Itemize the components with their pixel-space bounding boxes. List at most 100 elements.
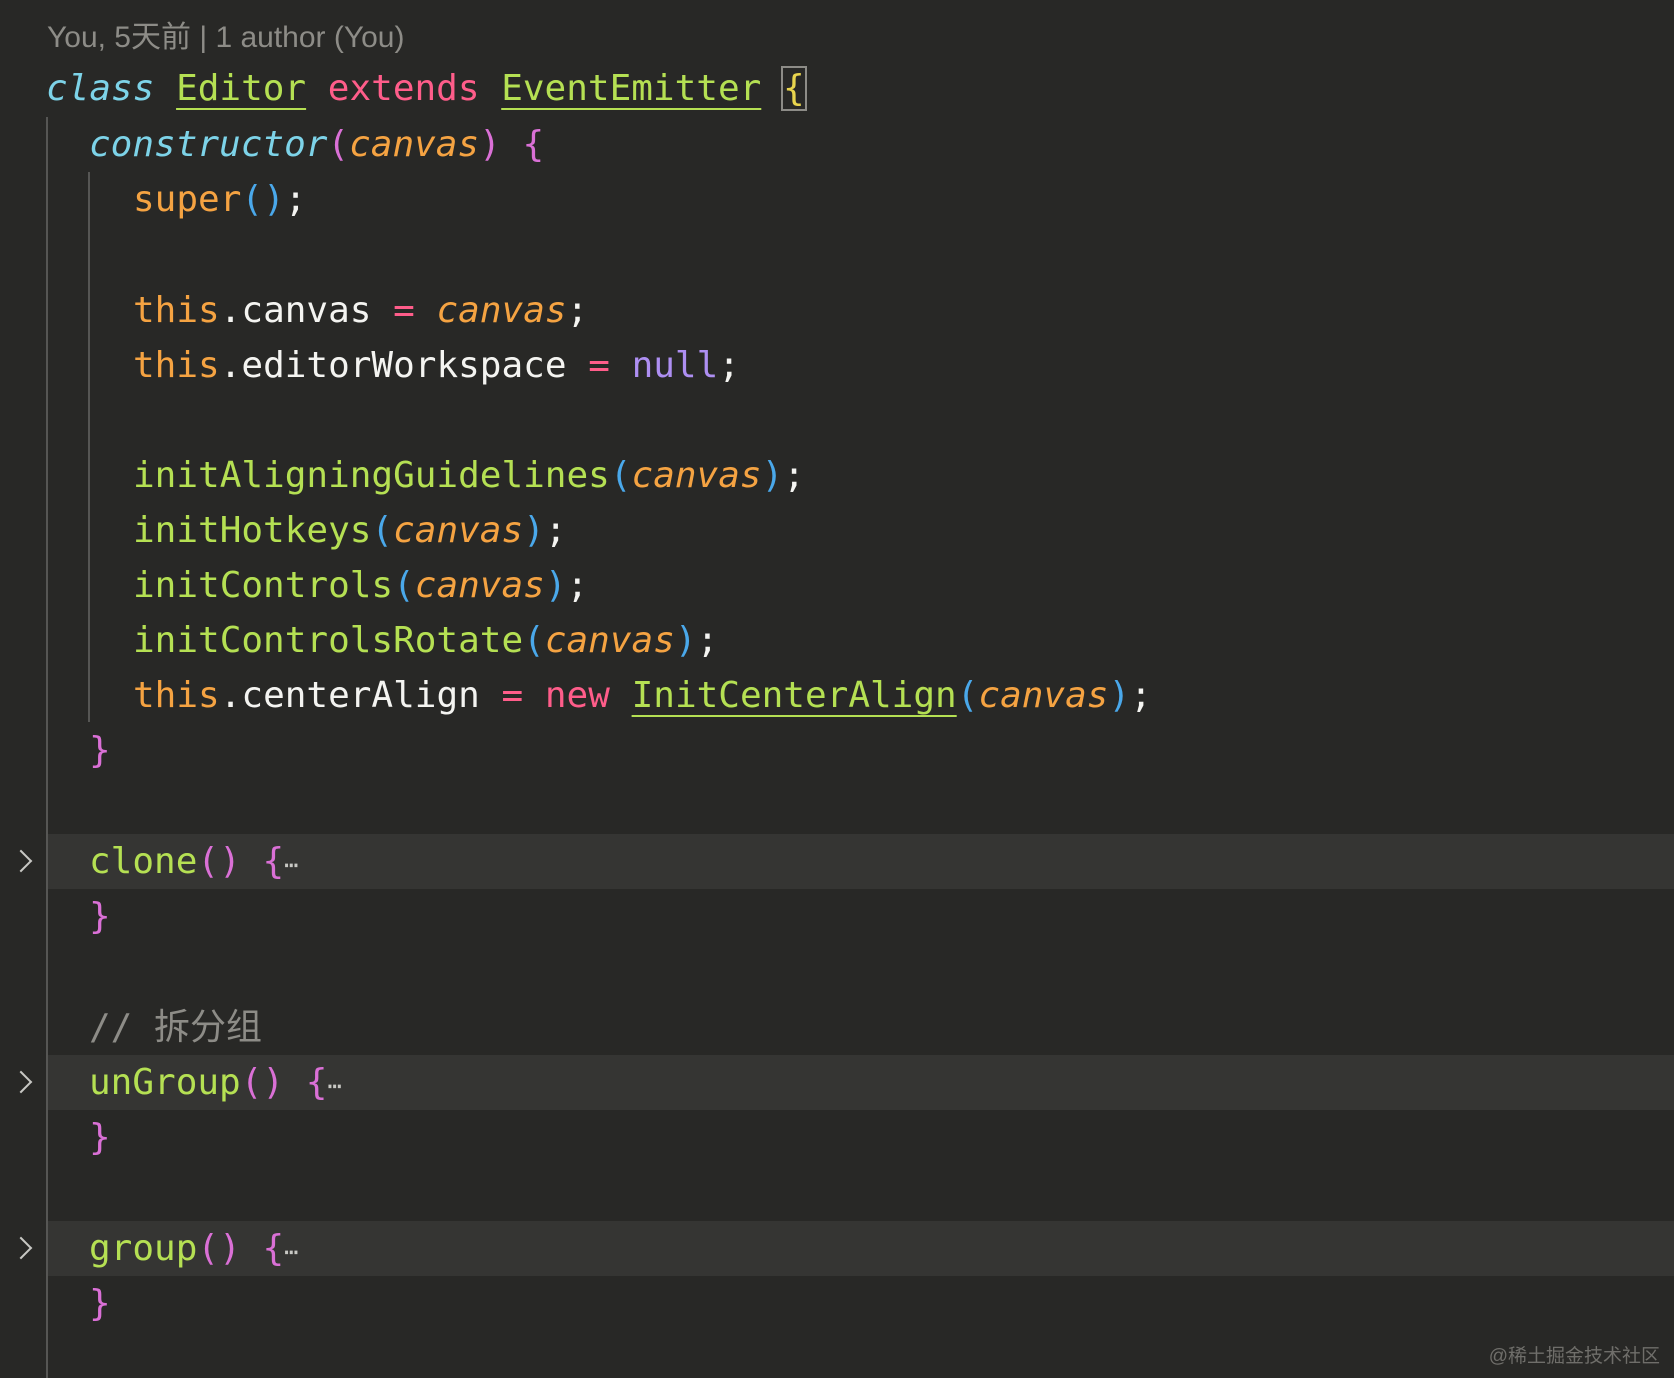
code-line[interactable]: this.centerAlign = new InitCenterAlign(c… xyxy=(133,668,1152,723)
punctuation: ; xyxy=(544,510,567,551)
class-name: InitCenterAlign xyxy=(631,675,957,716)
bracket: ( xyxy=(197,1228,220,1269)
bracket: ( xyxy=(371,510,394,551)
bracket: { xyxy=(262,1228,285,1269)
property: editorWorkspace xyxy=(241,345,567,386)
chevron-right-icon[interactable] xyxy=(9,849,33,873)
function-call: initControlsRotate xyxy=(133,620,524,661)
bracket: ( xyxy=(241,179,264,220)
bracket: ) xyxy=(479,124,501,165)
code-line[interactable]: initHotkeys(canvas); xyxy=(133,503,567,558)
bracket: ) xyxy=(219,1228,241,1269)
bracket: { xyxy=(522,124,545,165)
code-editor[interactable]: You, 5天前 | 1 author (You) class Editor e… xyxy=(0,0,1674,1378)
bracket: { xyxy=(781,66,807,111)
bracket: ) xyxy=(263,179,285,220)
punctuation: ; xyxy=(783,455,805,496)
keyword: this xyxy=(133,290,220,331)
class-name: EventEmitter xyxy=(501,68,762,109)
code-line[interactable]: initControlsRotate(canvas); xyxy=(133,613,718,668)
operator: = xyxy=(588,345,610,386)
punctuation: . xyxy=(219,345,242,386)
code-line[interactable]: this.canvas = canvas; xyxy=(133,283,588,338)
bracket: ( xyxy=(609,455,632,496)
bracket: ) xyxy=(1108,675,1131,716)
chevron-right-icon[interactable] xyxy=(9,1236,33,1260)
code-line[interactable]: super(); xyxy=(133,172,306,227)
bracket: ) xyxy=(761,455,784,496)
codelens-author[interactable]: You, 5天前 | 1 author (You) xyxy=(47,18,404,58)
function-call: initHotkeys xyxy=(133,510,372,551)
bracket: ( xyxy=(523,620,545,661)
keyword: new xyxy=(544,675,610,716)
code-line[interactable]: initControls(canvas); xyxy=(133,558,588,613)
comment: // 拆分组 xyxy=(89,1007,263,1048)
bracket: ) xyxy=(523,510,545,551)
class-name: Editor xyxy=(176,68,307,109)
indent-guide xyxy=(88,172,90,722)
property: centerAlign xyxy=(241,675,480,716)
punctuation: ; xyxy=(1130,675,1152,716)
code-line[interactable]: } xyxy=(89,1276,111,1331)
code-line[interactable]: constructor(canvas) { xyxy=(89,117,544,172)
code-line[interactable]: } xyxy=(89,723,111,778)
punctuation: . xyxy=(219,290,242,331)
bracket: ( xyxy=(956,675,979,716)
keyword: this xyxy=(133,345,220,386)
bracket: } xyxy=(89,730,111,771)
code-line[interactable]: clone() {⋯ xyxy=(89,834,299,889)
function-call: initAligningGuidelines xyxy=(133,455,610,496)
bracket: { xyxy=(305,1062,328,1103)
fold-ellipsis[interactable]: ⋯ xyxy=(284,1238,299,1266)
bracket: { xyxy=(262,841,285,882)
operator: = xyxy=(393,290,415,331)
operator: = xyxy=(501,675,524,716)
indent-guide xyxy=(46,117,48,1378)
punctuation: ; xyxy=(696,620,719,661)
bracket: ) xyxy=(544,565,567,606)
property: canvas xyxy=(241,290,372,331)
bracket: ) xyxy=(219,841,241,882)
code-line[interactable]: } xyxy=(89,1110,111,1165)
chevron-right-icon[interactable] xyxy=(9,1070,33,1094)
code-line[interactable]: class Editor extends EventEmitter { xyxy=(46,61,807,116)
keyword: super xyxy=(133,179,242,220)
bracket: ) xyxy=(262,1062,285,1103)
fold-ellipsis[interactable]: ⋯ xyxy=(327,1072,342,1100)
parameter: canvas xyxy=(544,620,675,661)
punctuation: ; xyxy=(566,290,589,331)
bracket: ) xyxy=(674,620,697,661)
parameter: canvas xyxy=(978,675,1109,716)
parameter: canvas xyxy=(349,124,480,165)
method-name: group xyxy=(89,1228,198,1269)
punctuation: ; xyxy=(718,345,740,386)
keyword: constructor xyxy=(89,124,328,165)
function-call: initControls xyxy=(133,565,394,606)
fold-ellipsis[interactable]: ⋯ xyxy=(284,851,299,879)
punctuation: . xyxy=(219,675,242,716)
punctuation: ; xyxy=(284,179,307,220)
bracket: } xyxy=(89,896,111,937)
keyword: this xyxy=(133,675,220,716)
punctuation: ; xyxy=(566,565,589,606)
parameter: canvas xyxy=(414,565,545,606)
code-line[interactable]: // 拆分组 xyxy=(89,1000,262,1055)
keyword: extends xyxy=(327,68,480,109)
bracket: } xyxy=(89,1117,111,1158)
parameter: canvas xyxy=(436,290,567,331)
code-line[interactable]: initAligningGuidelines(canvas); xyxy=(133,448,805,503)
bracket: } xyxy=(89,1283,111,1324)
method-name: clone xyxy=(89,841,198,882)
keyword: null xyxy=(631,345,719,386)
bracket: ( xyxy=(393,565,415,606)
parameter: canvas xyxy=(631,455,762,496)
bracket: ( xyxy=(327,124,350,165)
method-name: unGroup xyxy=(89,1062,241,1103)
parameter: canvas xyxy=(393,510,524,551)
code-line[interactable]: group() {⋯ xyxy=(89,1221,299,1276)
keyword: class xyxy=(46,68,155,109)
code-line[interactable]: } xyxy=(89,889,111,944)
bracket: ( xyxy=(197,841,220,882)
code-line[interactable]: this.editorWorkspace = null; xyxy=(133,338,740,393)
code-line[interactable]: unGroup() {⋯ xyxy=(89,1055,342,1110)
